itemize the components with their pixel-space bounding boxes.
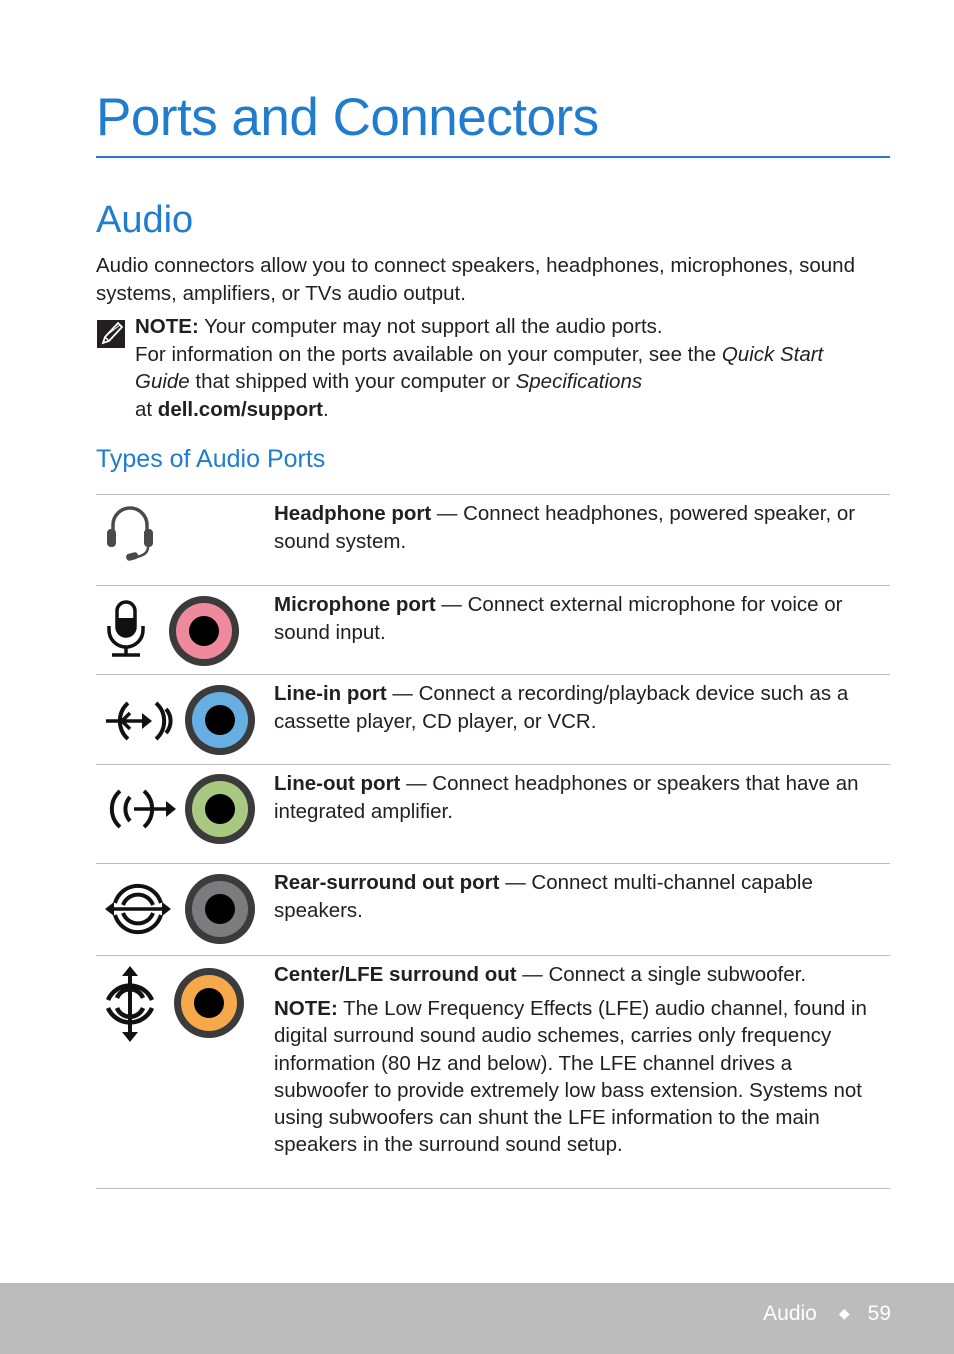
section-title: Audio bbox=[96, 199, 194, 241]
microphone-icon bbox=[107, 600, 145, 657]
center-lfe-icon bbox=[105, 966, 155, 1042]
center-lfe-jack-icon bbox=[174, 968, 244, 1038]
note-at: at bbox=[135, 397, 158, 421]
port-name: Center/LFE surround out bbox=[274, 963, 517, 986]
rear-surround-jack-icon bbox=[185, 874, 255, 944]
rear-surround-icon bbox=[105, 883, 171, 935]
note-label: NOTE: bbox=[135, 315, 199, 338]
port-name: Microphone port bbox=[274, 593, 436, 616]
audio-ports-table: Headphone port — Connect headphones, pow… bbox=[96, 494, 890, 1189]
line-in-icon bbox=[106, 701, 173, 741]
headset-icon bbox=[107, 506, 153, 561]
diamond-separator-icon: ◆ bbox=[838, 1305, 850, 1321]
note-block: NOTE: Your computer may not support all … bbox=[135, 313, 875, 423]
port-row-microphone: Microphone port — Connect external micro… bbox=[96, 585, 890, 674]
port-name: Rear-surround out port bbox=[274, 871, 500, 894]
note-line1: Your computer may not support all the au… bbox=[198, 315, 663, 338]
port-name: Headphone port bbox=[274, 502, 432, 525]
lfe-note: NOTE: The Low Frequency Effects (LFE) au… bbox=[274, 995, 886, 1159]
intro-paragraph: Audio connectors allow you to connect sp… bbox=[96, 254, 855, 305]
note-end: . bbox=[322, 397, 329, 421]
port-name: Line-out port bbox=[274, 772, 401, 795]
subsection-title: Types of Audio Ports bbox=[96, 445, 326, 473]
port-row-line-in: Line-in port — Connect a recording/playb… bbox=[96, 674, 890, 764]
specifications-title: Specifications bbox=[515, 370, 643, 393]
note-line2-mid: that shipped with your computer or bbox=[189, 370, 516, 393]
title-rule bbox=[96, 156, 890, 158]
page-footer: Audio ◆ 59 bbox=[0, 1283, 954, 1354]
port-description: — Connect a single subwoofer. bbox=[516, 963, 807, 986]
port-row-rear-surround: Rear-surround out port — Connect multi-c… bbox=[96, 863, 890, 955]
note-line2: For information on the ports available o… bbox=[135, 342, 722, 366]
lfe-note-label: NOTE: bbox=[274, 997, 338, 1020]
page-title: Ports and Connectors bbox=[96, 88, 599, 147]
microphone-jack-icon bbox=[169, 596, 239, 666]
line-in-jack-icon bbox=[185, 685, 255, 755]
page-number: 59 bbox=[867, 1302, 891, 1325]
port-row-headphone: Headphone port — Connect headphones, pow… bbox=[96, 494, 890, 585]
line-out-jack-icon bbox=[185, 774, 255, 844]
port-row-center-lfe: Center/LFE surround out — Connect a sing… bbox=[96, 955, 890, 1189]
note-pencil-icon bbox=[97, 318, 125, 348]
line-out-icon bbox=[109, 789, 176, 829]
support-link[interactable]: dell.com/support bbox=[158, 398, 323, 421]
port-name: Line-in port bbox=[274, 682, 387, 705]
port-row-line-out: Line-out port — Connect headphones or sp… bbox=[96, 764, 890, 863]
footer-section: Audio bbox=[763, 1302, 817, 1325]
lfe-note-text: The Low Frequency Effects (LFE) audio ch… bbox=[274, 997, 867, 1157]
